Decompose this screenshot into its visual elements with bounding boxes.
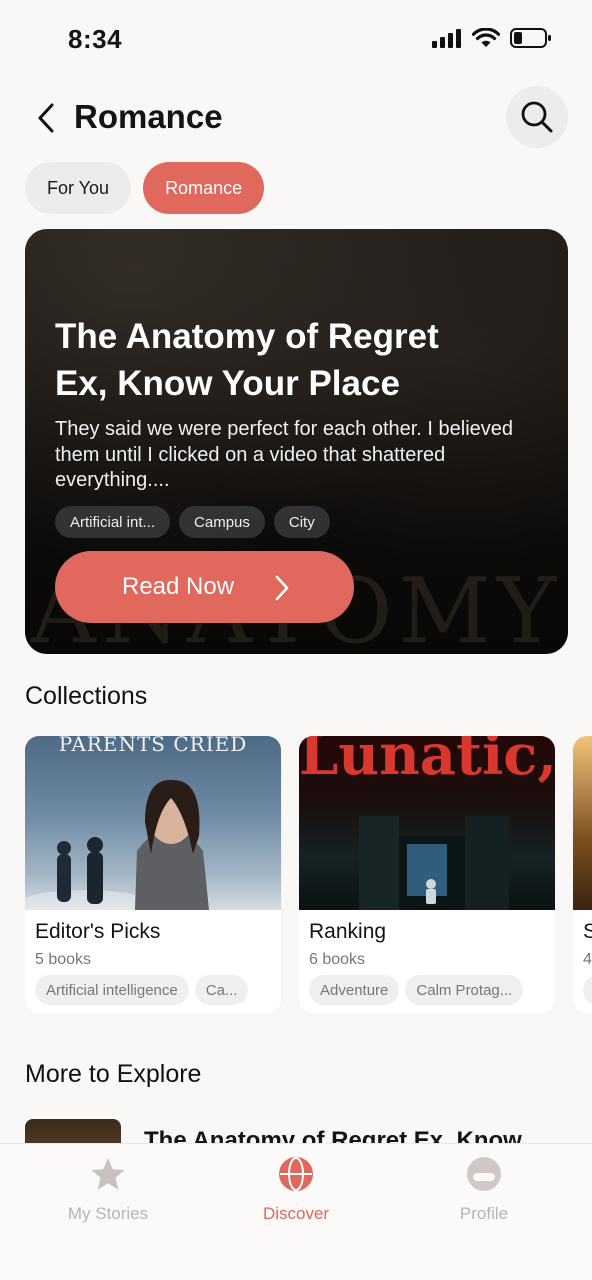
wifi-icon xyxy=(472,28,500,47)
tab-my-stories[interactable]: My Stories xyxy=(48,1156,168,1224)
collection-card[interactable]: S 4 xyxy=(573,736,592,1014)
read-now-label: Read Now xyxy=(122,573,235,600)
explore-book-cover xyxy=(25,1119,121,1145)
hero-title: The Anatomy of Regret Ex, Know Your Plac… xyxy=(55,313,535,407)
page-title: Romance xyxy=(74,98,223,135)
collection-card[interactable]: PARENTS CRIED Editor's Picks 5 books Art… xyxy=(25,736,281,1014)
tab-profile[interactable]: Profile xyxy=(424,1156,544,1224)
collection-tag xyxy=(583,975,592,1005)
collection-tags: Adventure Calm Protag... xyxy=(309,975,524,1005)
hero-tag: Artificial int... xyxy=(55,506,171,538)
search-icon xyxy=(521,101,553,133)
battery-icon xyxy=(510,28,551,48)
hero-title-line2: Ex, Know Your Place xyxy=(55,364,400,403)
collection-tag: Adventure xyxy=(309,975,400,1005)
collection-cover xyxy=(573,736,592,910)
collection-cover: PARENTS CRIED xyxy=(25,736,281,910)
tab-label: Discover xyxy=(262,1204,330,1223)
collection-name: Ranking xyxy=(309,920,387,943)
chip-romance[interactable]: Romance xyxy=(143,162,265,214)
cover-illustration xyxy=(25,779,209,910)
collection-tags: Artificial intelligence Ca... xyxy=(35,975,249,1005)
collection-count: 4 xyxy=(583,951,592,968)
collection-name: Editor's Picks xyxy=(35,920,161,943)
explore-list-item[interactable]: The Anatomy of Regret Ex, Know xyxy=(25,1119,592,1145)
collections-carousel[interactable]: PARENTS CRIED Editor's Picks 5 books Art… xyxy=(25,736,592,1016)
read-now-button[interactable]: Read Now xyxy=(55,551,354,623)
explore-title: More to Explore xyxy=(25,1060,202,1088)
star-icon xyxy=(91,1158,125,1190)
chip-for-you[interactable]: For You xyxy=(25,162,132,214)
status-bar: 8:34 xyxy=(0,0,592,80)
globe-icon xyxy=(279,1157,313,1191)
collection-tag: Artificial intelligence xyxy=(35,975,189,1005)
hero-title-line1: The Anatomy of Regret xyxy=(55,317,439,356)
page-header: Romance xyxy=(0,84,592,154)
status-time: 8:34 xyxy=(68,24,123,54)
collection-tags xyxy=(583,975,592,1005)
category-chips: For You Romance xyxy=(25,162,265,214)
collection-count: 5 books xyxy=(35,951,92,968)
collection-count: 6 books xyxy=(309,951,366,968)
tab-discover[interactable]: Discover xyxy=(236,1156,356,1224)
hero-tag: City xyxy=(273,506,330,538)
profile-icon xyxy=(467,1157,501,1191)
back-button[interactable] xyxy=(28,98,64,138)
collection-cover: Lunatic, xyxy=(299,736,555,910)
hero-tag: Campus xyxy=(179,506,265,538)
chevron-left-icon xyxy=(38,103,54,133)
featured-book-banner[interactable]: ANATOMY The Anatomy of Regret Ex, Know Y… xyxy=(25,229,568,654)
bottom-tab-bar: My Stories Discover Profile xyxy=(0,1143,592,1280)
collection-name: S xyxy=(583,920,592,943)
hero-description: They said we were perfect for each other… xyxy=(55,418,514,491)
cover-illustration xyxy=(359,816,509,910)
collection-tag: Calm Protag... xyxy=(405,975,524,1005)
collections-title: Collections xyxy=(25,682,148,710)
hero-tags: Artificial int... Campus City xyxy=(55,506,330,538)
search-button[interactable] xyxy=(506,86,568,148)
collection-card[interactable]: Lunatic, Ranking 6 books Adventure Calm … xyxy=(299,736,555,1014)
cellular-signal-icon xyxy=(432,29,461,48)
chevron-right-icon xyxy=(275,575,289,601)
tab-label: My Stories xyxy=(67,1204,149,1223)
collection-tag: Ca... xyxy=(194,975,249,1005)
status-icons xyxy=(432,27,552,49)
tab-label: Profile xyxy=(459,1204,509,1223)
